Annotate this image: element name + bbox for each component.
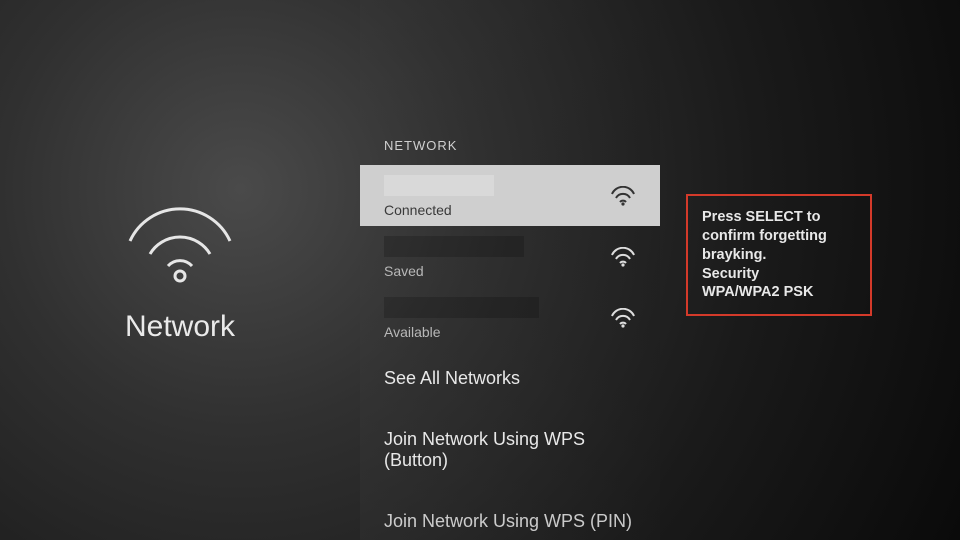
wifi-signal-icon xyxy=(610,186,636,206)
detail-pane: Press SELECT to confirm forgetting brayk… xyxy=(660,0,960,540)
wifi-signal-icon xyxy=(610,308,636,328)
security-label: Security xyxy=(702,265,856,284)
ssid-redacted xyxy=(384,236,524,257)
forget-network-prompt: Press SELECT to confirm forgetting brayk… xyxy=(686,194,872,316)
network-status: Connected xyxy=(384,202,636,218)
network-list-pane: NETWORK Connected Saved Available S xyxy=(360,0,660,540)
ssid-redacted xyxy=(384,297,539,318)
prompt-text: Press SELECT to confirm forgetting brayk… xyxy=(702,208,856,265)
ssid-redacted xyxy=(384,175,494,196)
network-row-available[interactable]: Available xyxy=(360,287,660,348)
page-title: Network xyxy=(125,310,235,344)
security-value: WPA/WPA2 PSK xyxy=(702,283,856,302)
left-pane: Network xyxy=(0,0,360,540)
see-all-networks[interactable]: See All Networks xyxy=(360,348,660,409)
network-status: Available xyxy=(384,324,636,340)
join-wps-pin[interactable]: Join Network Using WPS (PIN) xyxy=(360,491,660,532)
wifi-icon xyxy=(120,196,240,286)
network-status: Saved xyxy=(384,263,636,279)
network-row-saved[interactable]: Saved xyxy=(360,226,660,287)
wifi-signal-icon xyxy=(610,247,636,267)
join-wps-button[interactable]: Join Network Using WPS (Button) xyxy=(360,409,660,491)
network-row-connected[interactable]: Connected xyxy=(360,165,660,226)
section-header: NETWORK xyxy=(360,138,660,165)
